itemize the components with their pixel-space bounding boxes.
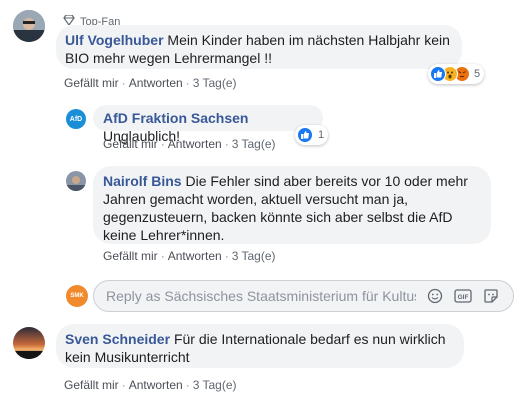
separator-dot: · xyxy=(121,378,126,392)
reply-link[interactable]: Antworten xyxy=(168,137,222,151)
timestamp[interactable]: 3 Tag(e) xyxy=(193,76,237,90)
like-link[interactable]: Gefällt mir xyxy=(103,249,158,263)
reaction-summary[interactable]: 1 xyxy=(295,125,329,145)
reply-bubble-afd: AfD Fraktion Sachsen Unglaublich! xyxy=(93,105,323,144)
separator-dot: · xyxy=(224,249,229,263)
avatar-smk: SMK xyxy=(66,285,88,307)
separator-dot: · xyxy=(185,378,190,392)
like-reaction-icon xyxy=(297,127,313,143)
separator-dot: · xyxy=(160,249,165,263)
reply-link[interactable]: Antworten xyxy=(168,249,222,263)
gif-icon[interactable]: GIF xyxy=(454,287,472,305)
afd-logo: AfD xyxy=(69,115,83,123)
separator-dot: · xyxy=(121,76,126,90)
separator-dot: · xyxy=(185,76,190,90)
like-reaction-icon xyxy=(430,66,446,82)
reply-author[interactable]: Nairolf Bins xyxy=(103,173,182,189)
reply-author[interactable]: AfD Fraktion Sachsen xyxy=(103,110,248,126)
reply-composer[interactable]: GIF xyxy=(93,280,514,312)
like-link[interactable]: Gefällt mir xyxy=(64,378,119,392)
reaction-count: 5 xyxy=(474,68,481,80)
reply-link[interactable]: Antworten xyxy=(129,76,183,90)
svg-text:GIF: GIF xyxy=(458,294,469,301)
timestamp[interactable]: 3 Tag(e) xyxy=(232,249,276,263)
like-link[interactable]: Gefällt mir xyxy=(103,137,158,151)
comment-author[interactable]: Sven Schneider xyxy=(65,331,170,347)
separator-dot: · xyxy=(224,137,229,151)
reply-link[interactable]: Antworten xyxy=(129,378,183,392)
avatar-ulf[interactable] xyxy=(13,10,45,42)
sticker-icon[interactable] xyxy=(482,287,500,305)
timestamp[interactable]: 3 Tag(e) xyxy=(232,137,276,151)
reaction-count: 1 xyxy=(318,129,325,141)
avatar-nairolf[interactable] xyxy=(66,171,86,191)
comment-actions-ulf: Gefällt mir · Antworten · 3 Tag(e) xyxy=(64,76,237,90)
reply-bubble-nairolf: Nairolf Bins Die Fehler sind aber bereit… xyxy=(93,166,491,244)
smk-logo: SMK xyxy=(70,293,84,299)
comment-author[interactable]: Ulf Vogelhuber xyxy=(65,32,164,48)
reply-actions-afd: Gefällt mir · Antworten · 3 Tag(e) xyxy=(103,137,276,151)
avatar-afd[interactable]: AfD xyxy=(66,109,86,129)
like-link[interactable]: Gefällt mir xyxy=(64,76,119,90)
timestamp[interactable]: 3 Tag(e) xyxy=(193,378,237,392)
separator-dot: · xyxy=(160,137,165,151)
comment-bubble-ulf: Ulf Vogelhuber Mein Kinder haben im näch… xyxy=(56,25,462,69)
reaction-summary[interactable]: 5 xyxy=(428,64,485,84)
comment-bubble-sven: Sven Schneider Für die Internationale be… xyxy=(56,324,464,368)
reply-input[interactable] xyxy=(106,288,416,304)
avatar-sven[interactable] xyxy=(13,327,45,359)
emoji-icon[interactable] xyxy=(426,287,444,305)
reply-actions-nairolf: Gefällt mir · Antworten · 3 Tag(e) xyxy=(103,249,276,263)
comment-actions-sven: Gefällt mir · Antworten · 3 Tag(e) xyxy=(64,378,237,392)
